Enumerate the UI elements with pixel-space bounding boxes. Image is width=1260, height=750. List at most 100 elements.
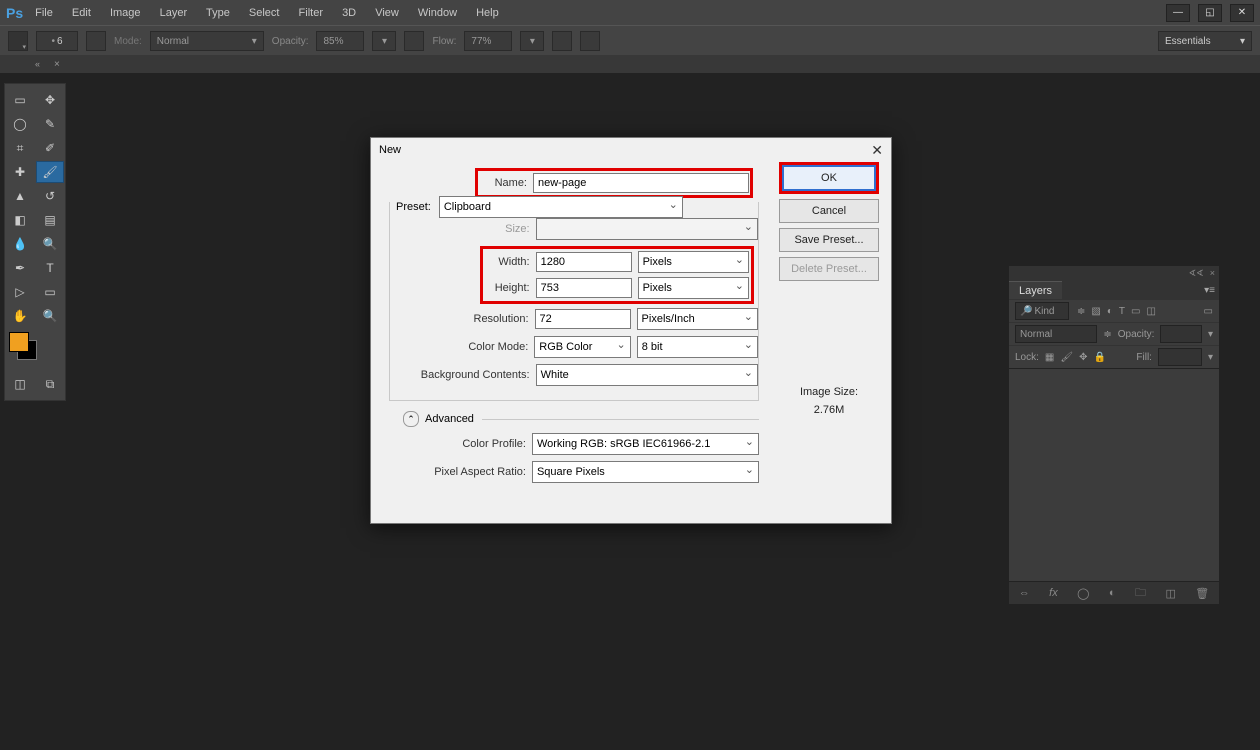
lock-all-icon[interactable]: 🔒 — [1093, 352, 1105, 363]
preset-select[interactable]: Clipboard — [439, 196, 683, 218]
width-input[interactable] — [536, 252, 632, 272]
tabstrip-close-icon[interactable]: × — [54, 59, 60, 70]
menu-filter[interactable]: Filter — [299, 7, 323, 19]
save-preset-button[interactable]: Save Preset... — [779, 228, 879, 252]
panel-close-icon[interactable]: × — [1210, 268, 1215, 278]
pen-tool[interactable]: ✒ — [6, 257, 34, 279]
menu-file[interactable]: File — [35, 7, 53, 19]
quick-select-tool[interactable]: ✎ — [36, 113, 64, 135]
color-profile-select[interactable]: Working RGB: sRGB IEC61966-2.1 — [532, 433, 759, 455]
background-contents-label: Background Contents: — [390, 369, 536, 381]
minimize-button[interactable]: — — [1166, 4, 1190, 22]
resolution-unit-select[interactable]: Pixels/Inch — [637, 308, 758, 330]
filter-shape-icon[interactable]: ▭ — [1131, 306, 1140, 317]
eraser-tool[interactable]: ◧ — [6, 209, 34, 231]
brush-preset[interactable]: •6 — [36, 31, 78, 51]
layer-mask-icon[interactable]: ◯ — [1077, 587, 1089, 600]
background-contents-select[interactable]: White — [536, 364, 758, 386]
opacity-stepper[interactable]: ▾ — [372, 31, 396, 51]
path-select-tool[interactable]: ▷ — [6, 281, 34, 303]
link-layers-icon[interactable]: ⇔ — [1019, 587, 1030, 599]
filter-smart-icon[interactable]: ◫ — [1146, 306, 1155, 317]
flow-field[interactable]: 77% — [464, 31, 512, 51]
stamp-tool[interactable]: ▲ — [6, 185, 34, 207]
airbrush-icon[interactable] — [552, 31, 572, 51]
blend-mode-select[interactable]: Normal▾ — [150, 31, 264, 51]
filter-adjust-icon[interactable]: ◐ — [1107, 306, 1113, 317]
color-mode-select[interactable]: RGB Color — [534, 336, 630, 358]
menu-image[interactable]: Image — [110, 7, 141, 19]
trash-icon[interactable]: 🗑 — [1195, 587, 1209, 600]
menu-type[interactable]: Type — [206, 7, 230, 19]
menu-window[interactable]: Window — [418, 7, 457, 19]
new-layer-icon[interactable]: ◫ — [1165, 587, 1175, 600]
panel-menu-icon[interactable]: ▾≡ — [1204, 285, 1215, 296]
shape-tool[interactable]: ▭ — [36, 281, 64, 303]
pixel-aspect-ratio-select[interactable]: Square Pixels — [532, 461, 759, 483]
resolution-input[interactable] — [535, 309, 631, 329]
gradient-tool[interactable]: ▤ — [36, 209, 64, 231]
layers-tab[interactable]: Layers — [1009, 281, 1062, 299]
lock-pixels-icon[interactable]: 🖌 — [1060, 352, 1073, 363]
blur-tool[interactable]: 💧 — [6, 233, 34, 255]
maximize-button[interactable]: ◱ — [1198, 4, 1222, 22]
cancel-button[interactable]: Cancel — [779, 199, 879, 223]
layer-blend-select[interactable]: Normal — [1015, 325, 1097, 343]
brush-tool[interactable]: 🖌 — [36, 161, 64, 183]
menu-layer[interactable]: Layer — [160, 7, 188, 19]
menu-edit[interactable]: Edit — [72, 7, 91, 19]
lock-position-icon[interactable]: ✥ — [1079, 352, 1087, 363]
pressure-opacity-icon[interactable] — [404, 31, 424, 51]
filter-pixel-icon[interactable]: ▧ — [1091, 306, 1100, 317]
opacity-field[interactable]: 85% — [316, 31, 364, 51]
layer-opacity-field[interactable] — [1160, 325, 1202, 343]
ok-button[interactable]: OK — [782, 165, 876, 191]
height-input[interactable] — [536, 278, 632, 298]
layer-fill-field[interactable] — [1158, 348, 1202, 366]
height-unit-select[interactable]: Pixels — [638, 277, 749, 299]
dialog-close-button[interactable]: ✕ — [871, 142, 883, 159]
workspace-switcher[interactable]: Essentials▾ — [1158, 31, 1252, 51]
adjustment-layer-icon[interactable]: ◐ — [1109, 587, 1116, 599]
foreground-color-swatch[interactable] — [9, 332, 29, 352]
artboard-tool[interactable]: ✥ — [36, 89, 64, 111]
filter-type-icon[interactable]: T — [1119, 306, 1125, 317]
menu-3d[interactable]: 3D — [342, 7, 356, 19]
healing-tool[interactable]: ✚ — [6, 161, 34, 183]
move-tool[interactable]: ▭ — [6, 89, 34, 111]
menu-view[interactable]: View — [375, 7, 399, 19]
color-swatches[interactable] — [9, 332, 61, 362]
lasso-tool[interactable]: ◯ — [6, 113, 34, 135]
hand-tool[interactable]: ✋ — [6, 305, 34, 327]
menu-select[interactable]: Select — [249, 7, 280, 19]
type-tool[interactable]: T — [36, 257, 64, 279]
filter-kind-select[interactable]: 🔎 Kind — [1015, 302, 1069, 320]
layer-fx-icon[interactable]: fx — [1049, 587, 1058, 599]
flow-stepper[interactable]: ▾ — [520, 31, 544, 51]
menu-help[interactable]: Help — [476, 7, 499, 19]
filter-toggle-icon[interactable]: ▭ — [1204, 306, 1213, 317]
eyedropper-tool[interactable]: ✐ — [36, 137, 64, 159]
lock-transparent-icon[interactable]: ▦ — [1045, 352, 1054, 363]
tabstrip-collapse-icon[interactable]: « — [0, 59, 48, 69]
dialog-titlebar: New ✕ — [371, 138, 891, 162]
crop-tool[interactable]: ⌗ — [6, 137, 34, 159]
tool-preset-icon[interactable]: ▾ — [8, 31, 28, 51]
color-depth-select[interactable]: 8 bit — [637, 336, 758, 358]
brush-panel-toggle-icon[interactable] — [86, 31, 106, 51]
screenmode-icon[interactable]: ⧉ — [36, 373, 64, 395]
name-input[interactable] — [533, 173, 749, 193]
window-controls: — ◱ ✕ — [1166, 4, 1254, 22]
width-unit-select[interactable]: Pixels — [638, 251, 749, 273]
history-brush-tool[interactable]: ↺ — [36, 185, 64, 207]
pressure-size-icon[interactable] — [580, 31, 600, 51]
preset-group: Preset: Clipboard Size: Width: Pixels He… — [389, 202, 759, 401]
panel-collapse-icon[interactable]: ∢∢ — [1189, 268, 1204, 279]
close-window-button[interactable]: ✕ — [1230, 4, 1254, 22]
zoom-tool[interactable]: 🔍 — [36, 305, 64, 327]
opacity-label: Opacity: — [272, 36, 309, 47]
group-icon[interactable]: 🗀 — [1135, 584, 1146, 603]
app-logo: Ps — [6, 5, 23, 21]
dodge-tool[interactable]: 🔍 — [36, 233, 64, 255]
quickmask-icon[interactable]: ◫ — [6, 373, 34, 395]
